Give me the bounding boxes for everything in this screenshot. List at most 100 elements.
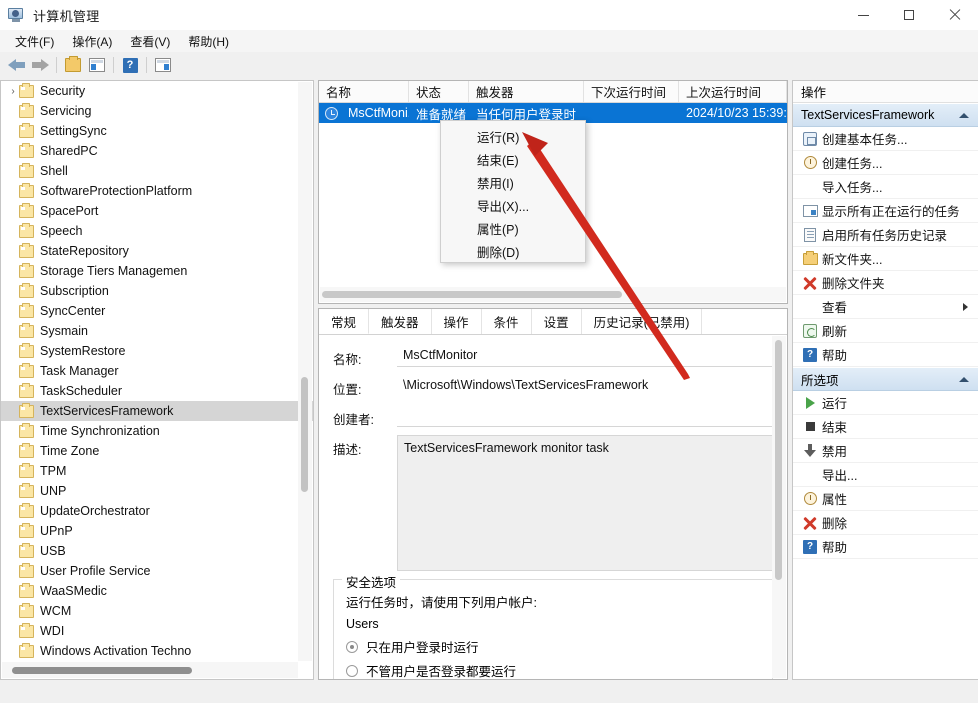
ctx-export[interactable]: 导出(X)... (441, 194, 585, 217)
tree-item-time-zone[interactable]: Time Zone (1, 441, 313, 461)
menu-file[interactable]: 文件(F) (6, 31, 63, 52)
detail-vertical-scroll-thumb[interactable] (775, 340, 782, 580)
tree-item-upnp[interactable]: UPnP (1, 521, 313, 541)
column-header-1[interactable]: 状态 (409, 81, 469, 102)
tree-item-updateorchestrator[interactable]: UpdateOrchestrator (1, 501, 313, 521)
ctx-end[interactable]: 结束(E) (441, 148, 585, 171)
task-list-scroll-thumb[interactable] (322, 291, 622, 298)
action-end[interactable]: 结束 (793, 415, 978, 439)
tab-1[interactable]: 触发器 (369, 309, 432, 334)
ctx-properties[interactable]: 属性(P) (441, 217, 585, 240)
tree-item-textservicesframework[interactable]: TextServicesFramework (1, 401, 313, 421)
up-folder-button[interactable] (61, 54, 85, 76)
tree-item-wcm[interactable]: WCM (1, 601, 313, 621)
action-create-basic-task[interactable]: 创建基本任务... (793, 127, 978, 151)
tree-item-speech[interactable]: Speech (1, 221, 313, 241)
tree-item-taskscheduler[interactable]: TaskScheduler (1, 381, 313, 401)
tree-item-servicing[interactable]: Servicing (1, 101, 313, 121)
action-create-task[interactable]: 创建任务... (793, 151, 978, 175)
delete-x-icon (800, 276, 820, 290)
tree-horizontal-scrollbar[interactable] (2, 662, 298, 678)
folder-icon (19, 565, 34, 578)
console-tree-button[interactable] (85, 54, 109, 76)
tree-item-shell[interactable]: Shell (1, 161, 313, 181)
tree-item-windows-activation-techno[interactable]: Windows Activation Techno (1, 641, 313, 661)
menu-help[interactable]: 帮助(H) (179, 31, 238, 52)
tree-item-storage-tiers-managemen[interactable]: Storage Tiers Managemen (1, 261, 313, 281)
menu-view[interactable]: 查看(V) (121, 31, 179, 52)
action-export[interactable]: 导出... (793, 463, 978, 487)
history-icon (800, 228, 820, 242)
tree-item-label: TextServicesFramework (40, 404, 173, 418)
tree-item-synccenter[interactable]: SyncCenter (1, 301, 313, 321)
tree-item-waasmedic[interactable]: WaaSMedic (1, 581, 313, 601)
tree-item-systemrestore[interactable]: SystemRestore (1, 341, 313, 361)
tree-item-sharedpc[interactable]: SharedPC (1, 141, 313, 161)
tree-item-task-manager[interactable]: Task Manager (1, 361, 313, 381)
chevron-up-icon[interactable] (959, 377, 969, 382)
tree-item-sysmain[interactable]: Sysmain (1, 321, 313, 341)
tree-item-security[interactable]: ›Security (1, 81, 313, 101)
ctx-delete[interactable]: 删除(D) (441, 240, 585, 263)
action-show-running-tasks[interactable]: 显示所有正在运行的任务 (793, 199, 978, 223)
tab-2[interactable]: 操作 (432, 309, 482, 334)
tree-item-staterepository[interactable]: StateRepository (1, 241, 313, 261)
console-tree-pane[interactable]: ›SecurityServicingSettingSyncSharedPCShe… (0, 80, 314, 680)
tree-item-unp[interactable]: UNP (1, 481, 313, 501)
tree-vertical-scroll-thumb[interactable] (301, 377, 308, 492)
task-list-horizontal-scrollbar[interactable] (320, 287, 786, 302)
ctx-run[interactable]: 运行(R) (441, 125, 585, 148)
action-view[interactable]: 查看 (793, 295, 978, 319)
tree-item-spaceport[interactable]: SpacePort (1, 201, 313, 221)
action-enable-history[interactable]: 启用所有任务历史记录 (793, 223, 978, 247)
tree-item-label: TPM (40, 464, 66, 478)
tree-item-subscription[interactable]: Subscription (1, 281, 313, 301)
tree-item-wdi[interactable]: WDI (1, 621, 313, 641)
minimize-button[interactable] (840, 0, 886, 30)
tree-vertical-scrollbar[interactable] (298, 82, 312, 661)
tab-5[interactable]: 历史记录(已禁用) (582, 309, 703, 334)
action-properties[interactable]: 属性 (793, 487, 978, 511)
tree-item-label: Storage Tiers Managemen (40, 264, 187, 278)
column-header-0[interactable]: 名称 (319, 81, 409, 102)
close-button[interactable] (932, 0, 978, 30)
chevron-up-icon[interactable] (959, 113, 969, 118)
menu-action[interactable]: 操作(A) (63, 31, 121, 52)
action-refresh[interactable]: 刷新 (793, 319, 978, 343)
tab-3[interactable]: 条件 (482, 309, 532, 334)
radio-run-when-logged-on[interactable]: 只在用户登录时运行 (346, 637, 762, 656)
forward-button[interactable] (28, 54, 52, 76)
tab-0[interactable]: 常规 (319, 309, 369, 334)
action-disable[interactable]: 禁用 (793, 439, 978, 463)
security-account: Users (346, 617, 762, 631)
tree-item-usb[interactable]: USB (1, 541, 313, 561)
tree-item-user-profile-service[interactable]: User Profile Service (1, 561, 313, 581)
tab-4[interactable]: 设置 (532, 309, 582, 334)
action-pane-button[interactable] (151, 54, 175, 76)
column-header-2[interactable]: 触发器 (469, 81, 584, 102)
radio-run-regardless[interactable]: 不管用户是否登录都要运行 (346, 661, 762, 679)
actions-section-folder[interactable]: TextServicesFramework (793, 103, 978, 127)
action-help-selected[interactable]: ?帮助 (793, 535, 978, 559)
column-header-3[interactable]: 下次运行时间 (584, 81, 679, 102)
action-delete[interactable]: 删除 (793, 511, 978, 535)
tree-item-tpm[interactable]: TPM (1, 461, 313, 481)
column-header-4[interactable]: 上次运行时间 (679, 81, 787, 102)
action-delete-folder[interactable]: 删除文件夹 (793, 271, 978, 295)
maximize-button[interactable] (886, 0, 932, 30)
action-help[interactable]: ?帮助 (793, 343, 978, 367)
ctx-disable[interactable]: 禁用(I) (441, 171, 585, 194)
tree-item-settingsync[interactable]: SettingSync (1, 121, 313, 141)
actions-section-selected[interactable]: 所选项 (793, 367, 978, 391)
tree-horizontal-scroll-thumb[interactable] (12, 667, 192, 674)
tree-item-time-synchronization[interactable]: Time Synchronization (1, 421, 313, 441)
tree-item-softwareprotectionplatform[interactable]: SoftwareProtectionPlatform (1, 181, 313, 201)
back-button[interactable] (4, 54, 28, 76)
action-import-task[interactable]: 导入任务... (793, 175, 978, 199)
field-author-value (397, 405, 773, 427)
action-run[interactable]: 运行 (793, 391, 978, 415)
chevron-right-icon[interactable]: › (7, 86, 19, 97)
action-new-folder[interactable]: 新文件夹... (793, 247, 978, 271)
help-button[interactable]: ? (118, 54, 142, 76)
detail-vertical-scrollbar[interactable] (772, 336, 786, 678)
